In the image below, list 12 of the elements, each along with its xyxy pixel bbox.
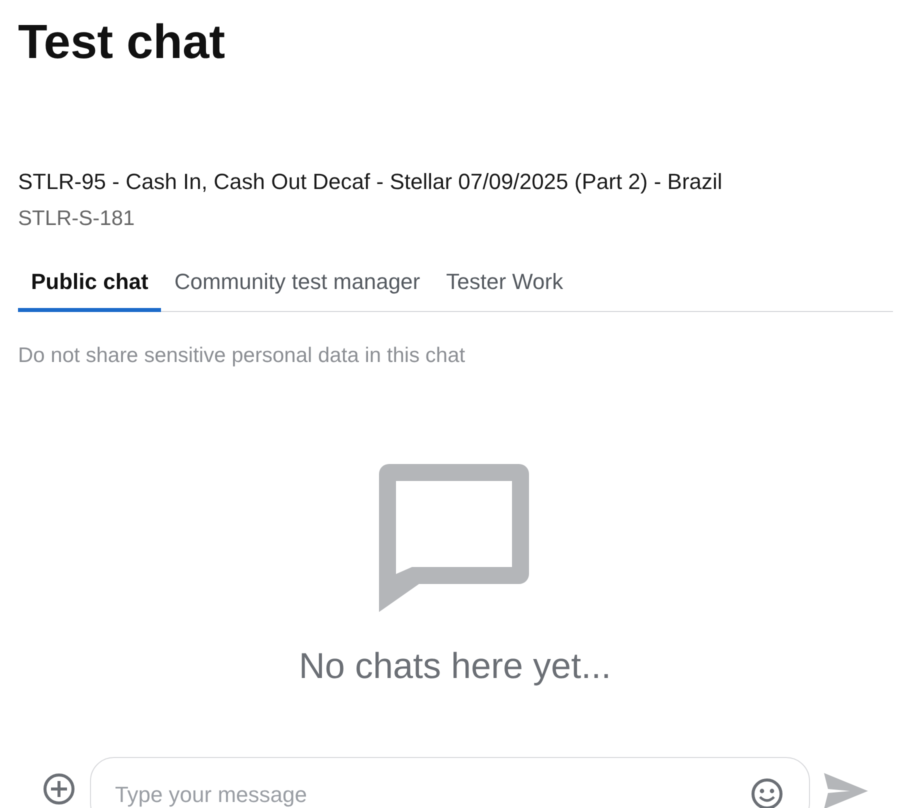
tab[interactable]: Tester Work [433,268,576,312]
privacy-notice: Do not share sensitive personal data in this chat [18,343,466,369]
test-name: STLR-95 - Cash In, Cash Out Decaf - Stellar 07/09/2025 (Part 2) - Brazil [18,168,724,196]
chat-bubble-icon [379,464,529,614]
message-field[interactable]: Type your message [90,757,810,808]
page-title: Test chat [18,15,226,71]
tab[interactable]: Public chat [18,268,162,312]
emoji-icon[interactable] [750,777,784,808]
test-code: STLR-S-181 [18,206,136,232]
tab[interactable]: Community test manager [161,268,434,312]
add-icon[interactable] [42,772,76,806]
empty-state-text: No chats here yet... [298,644,612,688]
